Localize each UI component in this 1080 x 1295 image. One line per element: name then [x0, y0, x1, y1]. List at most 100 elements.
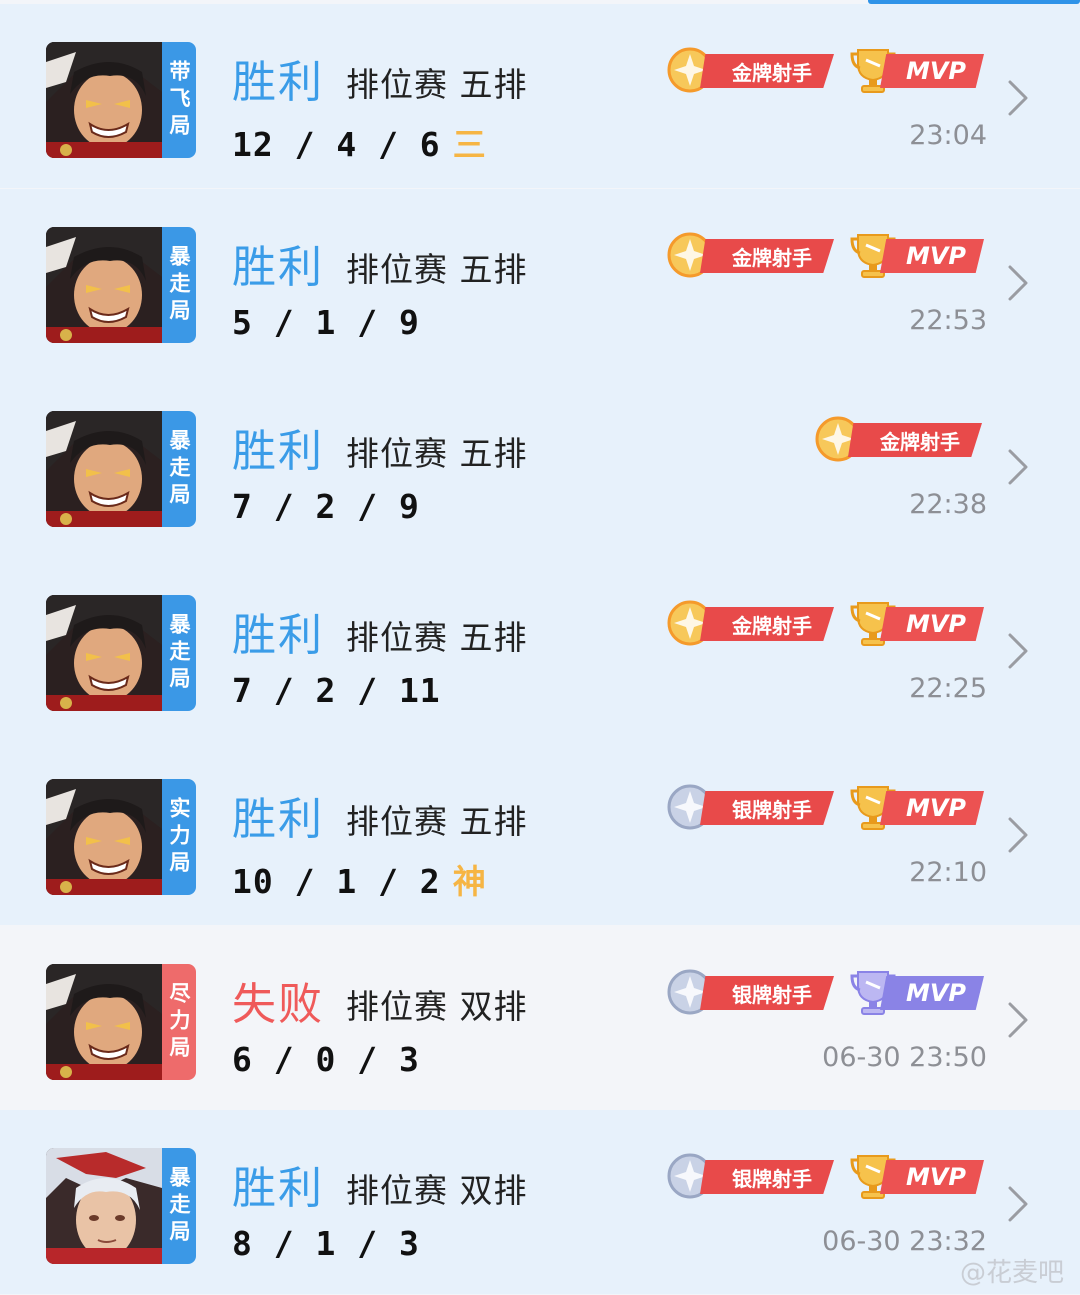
chevron-right-icon[interactable] — [1004, 74, 1034, 122]
match-mode: 排位赛 五排 — [346, 618, 528, 657]
hero-avatar: 暴走局 — [46, 1148, 196, 1264]
match-row[interactable]: 暴走局 胜利 排位赛 双排 8 / 1 / 3 银牌射手 MVP 06-30 23:… — [0, 1110, 1080, 1294]
shooter-badge: 金牌射手 — [666, 600, 836, 646]
hero-portrait — [46, 411, 162, 527]
match-row[interactable]: 暴走局 胜利 排位赛 五排 5 / 1 / 9 金牌射手 MVP 22:53 — [0, 189, 1080, 373]
match-result: 胜利 — [232, 242, 324, 293]
hero-avatar: 尽力局 — [46, 964, 196, 1080]
match-row[interactable]: 实力局 胜利 排位赛 五排 10 / 1 / 2 神 银牌射手 MVP 22:10 — [0, 741, 1080, 925]
match-result: 胜利 — [232, 794, 324, 845]
mvp-label: MVP — [880, 791, 984, 825]
match-time: 22:38 — [909, 489, 987, 520]
performance-tag: 暴走局 — [162, 411, 196, 527]
badge-group: 金牌射手 MVP — [666, 600, 984, 646]
match-mode: 排位赛 双排 — [346, 987, 528, 1026]
hero-portrait — [46, 964, 162, 1080]
hero-portrait — [46, 595, 162, 711]
shooter-label: 银牌射手 — [700, 976, 834, 1010]
mvp-badge: MVP — [850, 971, 984, 1015]
mvp-badge: MVP — [850, 602, 984, 646]
chevron-right-icon[interactable] — [1004, 996, 1034, 1044]
match-row[interactable]: 尽力局 失败 排位赛 双排 6 / 0 / 3 银牌射手 MVP 06-30 23:… — [0, 926, 1080, 1110]
chevron-right-icon[interactable] — [1004, 259, 1034, 307]
performance-tag-label: 实力局 — [167, 796, 191, 878]
badge-group: 银牌射手 MVP — [666, 784, 984, 830]
hero-avatar: 带飞局 — [46, 42, 196, 158]
kda-score: 7 / 2 / 11 — [232, 671, 441, 710]
performance-tag-label: 暴走局 — [167, 244, 191, 326]
kda-value: 12 / 4 / 6 — [232, 125, 441, 164]
match-mode: 排位赛 五排 — [346, 434, 528, 473]
mvp-badge: MVP — [850, 1155, 984, 1199]
kda-mark: 三 — [452, 125, 487, 164]
match-history-list: 带飞局 胜利排位赛 五排12 / 4 / 6三 金牌射手 MVP 23:04 — [0, 0, 1080, 1295]
performance-tag: 暴走局 — [162, 1148, 196, 1264]
mvp-badge: MVP — [850, 49, 984, 93]
badge-group: 金牌射手 MVP — [666, 47, 984, 93]
mvp-label: MVP — [880, 1160, 984, 1194]
kda-score: 6 / 0 / 3 — [232, 1040, 420, 1079]
shooter-badge: 金牌射手 — [666, 47, 836, 93]
shooter-label: 金牌射手 — [700, 607, 834, 641]
kda-score: 10 / 1 / 2 神 — [232, 855, 487, 903]
hero-portrait — [46, 227, 162, 343]
match-mode: 排位赛 五排 — [346, 802, 528, 841]
kda-value: 7 / 2 / 11 — [232, 671, 441, 710]
match-mode: 排位赛 双排 — [346, 1171, 528, 1210]
chevron-right-icon[interactable] — [1004, 443, 1034, 491]
performance-tag-label: 带飞局 — [167, 59, 191, 141]
watermark: @花麦吧 — [959, 1258, 1064, 1288]
match-mode: 排位赛 五排 — [346, 250, 528, 289]
shooter-label: 金牌射手 — [848, 423, 982, 457]
shooter-badge: 银牌射手 — [666, 1153, 836, 1199]
kda-score: 7 / 2 / 9 — [232, 487, 420, 526]
shooter-badge: 金牌射手 — [814, 416, 984, 462]
performance-tag: 暴走局 — [162, 227, 196, 343]
kda-value: 10 / 1 / 2 — [232, 862, 441, 901]
chevron-right-icon[interactable] — [1004, 811, 1034, 859]
chevron-right-icon[interactable] — [1004, 627, 1034, 675]
mvp-label: MVP — [880, 607, 984, 641]
chevron-right-icon[interactable] — [1004, 1180, 1034, 1228]
match-result: 胜利 — [232, 426, 324, 477]
badge-group: 银牌射手 MVP — [666, 969, 984, 1015]
performance-tag: 暴走局 — [162, 595, 196, 711]
kda-mark: 神 — [452, 862, 487, 901]
badge-group: 银牌射手 MVP — [666, 1153, 984, 1199]
performance-tag: 尽力局 — [162, 964, 196, 1080]
shooter-label: 金牌射手 — [700, 239, 834, 273]
shooter-label: 银牌射手 — [700, 1160, 834, 1194]
kda-value: 7 / 2 / 9 — [232, 487, 420, 526]
match-time: 22:10 — [909, 857, 987, 888]
kda-score: 12 / 4 / 6 三 — [232, 118, 487, 166]
match-result: 失败 — [232, 979, 324, 1030]
mvp-badge: MVP — [850, 786, 984, 830]
shooter-badge: 金牌射手 — [666, 232, 836, 278]
badge-group: 金牌射手 MVP — [666, 232, 984, 278]
kda-value: 6 / 0 / 3 — [232, 1040, 420, 1079]
performance-tag: 实力局 — [162, 779, 196, 895]
match-result: 胜利 — [232, 57, 324, 108]
performance-tag-label: 暴走局 — [167, 428, 191, 510]
shooter-badge: 银牌射手 — [666, 969, 836, 1015]
match-time: 06-30 23:50 — [822, 1042, 987, 1073]
mvp-badge: MVP — [850, 234, 984, 278]
hero-portrait — [46, 779, 162, 895]
kda-value: 8 / 1 / 3 — [232, 1224, 420, 1263]
kda-score: 8 / 1 / 3 — [232, 1224, 420, 1263]
hero-portrait — [46, 1148, 162, 1264]
match-row[interactable]: 暴走局 胜利 排位赛 五排 7 / 2 / 11 金牌射手 MVP 22:25 — [0, 557, 1080, 741]
kda-score: 5 / 1 / 9 — [232, 303, 420, 342]
badge-group: 金牌射手 — [814, 416, 984, 462]
hero-avatar: 实力局 — [46, 779, 196, 895]
kda-value: 5 / 1 / 9 — [232, 303, 420, 342]
shooter-badge: 银牌射手 — [666, 784, 836, 830]
match-row[interactable]: 暴走局 胜利 排位赛 五排 7 / 2 / 9 金牌射手 22:38 — [0, 373, 1080, 557]
performance-tag-label: 尽力局 — [167, 981, 191, 1063]
mvp-label: MVP — [880, 976, 984, 1010]
match-mode: 排位赛 五排 — [346, 65, 528, 104]
mvp-label: MVP — [880, 239, 984, 273]
match-row[interactable]: 带飞局 胜利 排位赛 五排 12 / 4 / 6 三 金牌射手 MVP 23:04 — [0, 4, 1080, 188]
hero-avatar: 暴走局 — [46, 227, 196, 343]
match-result: 胜利 — [232, 1163, 324, 1214]
